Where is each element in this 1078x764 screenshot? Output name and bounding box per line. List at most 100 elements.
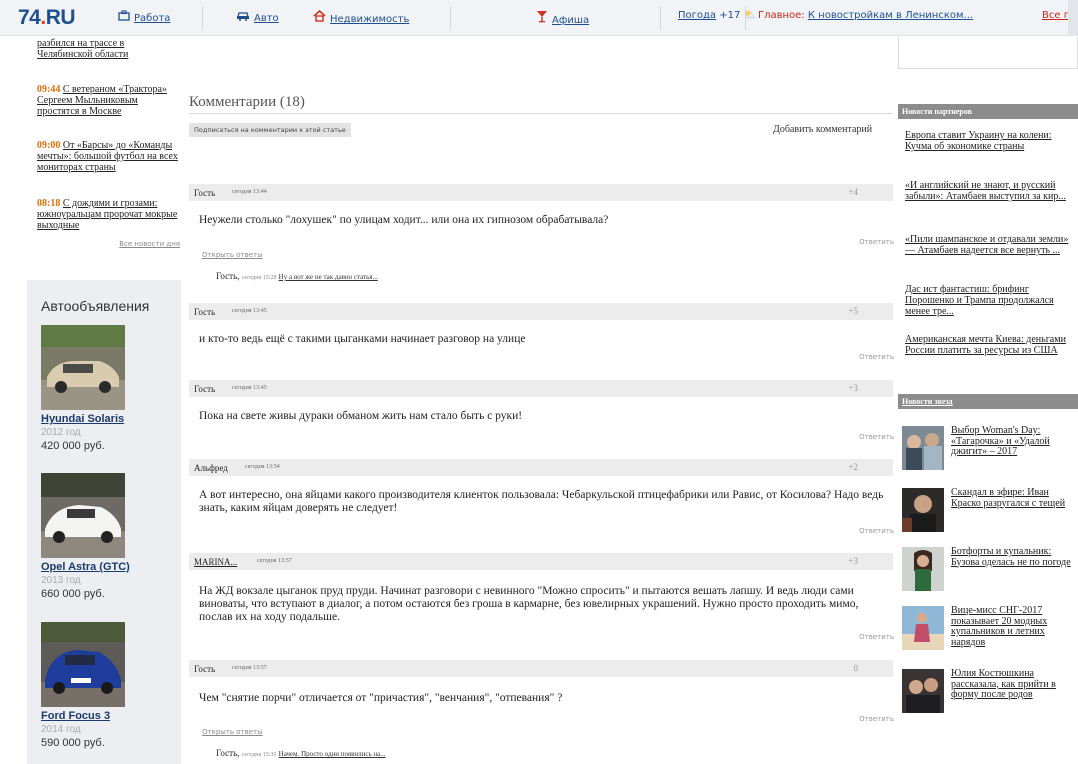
- auto-ad-card[interactable]: Ford Focus 3 2014 год 590 000 руб.: [41, 622, 151, 749]
- comment-author[interactable]: MARINA...: [194, 557, 237, 567]
- star-news-title[interactable]: Ботфорты и купальник: Бузова оделась не …: [951, 546, 1074, 568]
- all-day-news-link[interactable]: Все новости дня: [100, 240, 180, 248]
- scroll-edge: [1068, 0, 1078, 36]
- comment-text: Чем "снятие порчи" отличается от "причас…: [199, 692, 563, 704]
- car-photo[interactable]: [41, 325, 125, 410]
- partner-news-item[interactable]: «И английский не знают, и русский забыли…: [905, 180, 1070, 202]
- comment-text: Пока на свете живы дураки обманом жить н…: [199, 410, 523, 422]
- subscribe-comments-button[interactable]: Подписаться на комментарии к этой статье: [189, 123, 351, 137]
- comment-date: сегодня 13:45: [232, 385, 267, 391]
- main-news-ticker[interactable]: Главное: К новостройкам в Ленинском...: [758, 10, 973, 21]
- car-name[interactable]: Opel Astra (GTC): [41, 561, 151, 573]
- comments-title: Комментарии (18): [189, 94, 305, 110]
- star-news-item[interactable]: Вице-мисс СНГ-2017 показывает 20 модных …: [902, 605, 1074, 654]
- auto-ad-card[interactable]: Opel Astra (GTC) 2013 год 660 000 руб.: [41, 473, 151, 600]
- open-answers-link[interactable]: Открыть ответы: [202, 728, 263, 736]
- star-photo[interactable]: [902, 488, 944, 532]
- star-news-title[interactable]: Юлия Костюшкина рассказала, как прийти в…: [951, 668, 1074, 701]
- comment-text: Неужели столько "лохушек" по улицам ходи…: [199, 214, 609, 226]
- comment-author: Альфред: [194, 463, 228, 473]
- car-price: 590 000 руб.: [41, 737, 105, 749]
- comment-author: Гость: [194, 384, 216, 394]
- comment-text: На ЖД вокзале цыганок пруд пруди. Начина…: [199, 585, 859, 623]
- car-year: 2012 год: [41, 427, 81, 438]
- nav-jobs[interactable]: Работа: [118, 10, 170, 24]
- left-news-item[interactable]: разбился на трассе в Челябинской области: [37, 38, 182, 60]
- partner-news-item[interactable]: Дас ист фантастиш: брифинг Порошенко и Т…: [905, 284, 1070, 317]
- car-year: 2013 год: [41, 575, 81, 586]
- answer-preview[interactable]: Гость, сегодня 15:28 Ну а вот же не так …: [216, 271, 378, 281]
- comment-header: Гость сегодня 13:45 +5: [189, 303, 893, 320]
- reply-link[interactable]: Ответить: [859, 238, 894, 246]
- car-name[interactable]: Ford Focus 3: [41, 710, 151, 722]
- reply-link[interactable]: Ответить: [859, 715, 894, 723]
- stars-header[interactable]: Новости звезд: [898, 394, 1078, 409]
- star-news-item[interactable]: Скандал в эфире: Иван Краско разругался …: [902, 487, 1074, 536]
- comment-header: Гость сегодня 13:57 0: [189, 660, 893, 677]
- comment-date: сегодня 13:54: [245, 464, 280, 470]
- car-year: 2014 год: [41, 724, 81, 735]
- add-comment-link[interactable]: Добавить комментарий: [773, 124, 872, 135]
- comment-text: и кто-то ведь ещё с такими цыганками нач…: [199, 333, 526, 345]
- left-news-item[interactable]: 09:00 От «Барсы» до «Команды мечты»: бол…: [37, 140, 182, 173]
- comment-date: сегодня 13:45: [232, 308, 267, 314]
- comment-author: Гость: [194, 188, 216, 198]
- comment-header: MARINA... сегодня 13:57 +3: [189, 553, 893, 570]
- car-photo[interactable]: [41, 473, 125, 558]
- star-photo[interactable]: [902, 426, 944, 470]
- comment-date: сегодня 13:57: [257, 558, 292, 564]
- partner-news-item[interactable]: Американская мечта Киева: деньгами Росси…: [905, 334, 1070, 356]
- star-news-title[interactable]: Выбор Woman's Day: «Тагарочка» и «Удалой…: [951, 425, 1074, 458]
- comment-rating[interactable]: +2: [848, 462, 858, 472]
- nav-realty[interactable]: Недвижимость: [313, 9, 409, 25]
- star-news-item[interactable]: Выбор Woman's Day: «Тагарочка» и «Удалой…: [902, 425, 1074, 474]
- reply-link[interactable]: Ответить: [859, 633, 894, 641]
- comment-date: сегодня 13:44: [232, 189, 267, 195]
- comment-rating[interactable]: +5: [848, 306, 858, 316]
- cocktail-icon: [536, 10, 548, 26]
- comment-rating[interactable]: +3: [848, 556, 858, 566]
- car-price: 660 000 руб.: [41, 588, 105, 600]
- divider: [189, 113, 893, 114]
- left-news-item[interactable]: 09:44 С ветераном «Трактора» Сергеем Мыл…: [37, 84, 182, 117]
- car-icon: [236, 10, 250, 24]
- site-logo[interactable]: 74.RU: [18, 6, 76, 30]
- star-news-item[interactable]: Ботфорты и купальник: Бузова оделась не …: [902, 546, 1074, 595]
- auto-ad-card[interactable]: Hyundai Solaris 2012 год 420 000 руб.: [41, 325, 151, 452]
- star-photo[interactable]: [902, 547, 944, 591]
- comment-rating[interactable]: +3: [848, 383, 858, 393]
- briefcase-icon: [118, 10, 130, 24]
- comment-author: Гость: [194, 307, 216, 317]
- nav-auto[interactable]: Авто: [236, 10, 279, 24]
- partner-news-item[interactable]: Европа ставит Украину на колени: Кучма о…: [905, 130, 1070, 152]
- left-news-item[interactable]: 08:18 С дождями и грозами: южноуральцам …: [37, 198, 182, 231]
- comment-date: сегодня 13:57: [232, 665, 267, 671]
- comment-text: А вот интересно, она яйцами какого произ…: [199, 489, 884, 514]
- star-news-title[interactable]: Скандал в эфире: Иван Краско разругался …: [951, 487, 1074, 509]
- car-price: 420 000 руб.: [41, 440, 105, 452]
- answer-preview[interactable]: Гость, сегодня 15:30 Начем. Просто одни …: [216, 748, 386, 758]
- reply-link[interactable]: Ответить: [859, 433, 894, 441]
- house-icon: [313, 9, 326, 25]
- star-news-title[interactable]: Вице-мисс СНГ-2017 показывает 20 модных …: [951, 605, 1074, 648]
- open-answers-link[interactable]: Открыть ответы: [202, 251, 263, 259]
- star-photo[interactable]: [902, 606, 944, 650]
- car-name[interactable]: Hyundai Solaris: [41, 413, 151, 425]
- star-photo[interactable]: [902, 669, 944, 713]
- top-bar: 74.RU Работа Авто Недвижимость Афиша Пог…: [0, 0, 1078, 36]
- comment-author: Гость: [194, 664, 216, 674]
- partners-header: Новости партнеров: [898, 104, 1078, 119]
- star-news-item[interactable]: Юлия Костюшкина рассказала, как прийти в…: [902, 668, 1074, 717]
- auto-ads-title: Автообъявления: [41, 298, 150, 314]
- comment-rating[interactable]: 0: [854, 663, 859, 673]
- reply-link[interactable]: Ответить: [859, 527, 894, 535]
- nav-afisha[interactable]: Афиша: [536, 10, 589, 26]
- comment-header: Гость сегодня 13:44 +4: [189, 184, 893, 201]
- partner-news-item[interactable]: «Пили шампанское и отдавали земли» — Ата…: [905, 234, 1070, 256]
- comment-header: Альфред сегодня 13:54 +2: [189, 459, 893, 476]
- car-photo[interactable]: [41, 622, 125, 707]
- reply-link[interactable]: Ответить: [859, 353, 894, 361]
- auto-ads-panel: Автообъявления Hyundai Solaris 2012 год …: [27, 280, 181, 764]
- comment-rating[interactable]: +4: [848, 187, 858, 197]
- comment-header: Гость сегодня 13:45 +3: [189, 380, 893, 397]
